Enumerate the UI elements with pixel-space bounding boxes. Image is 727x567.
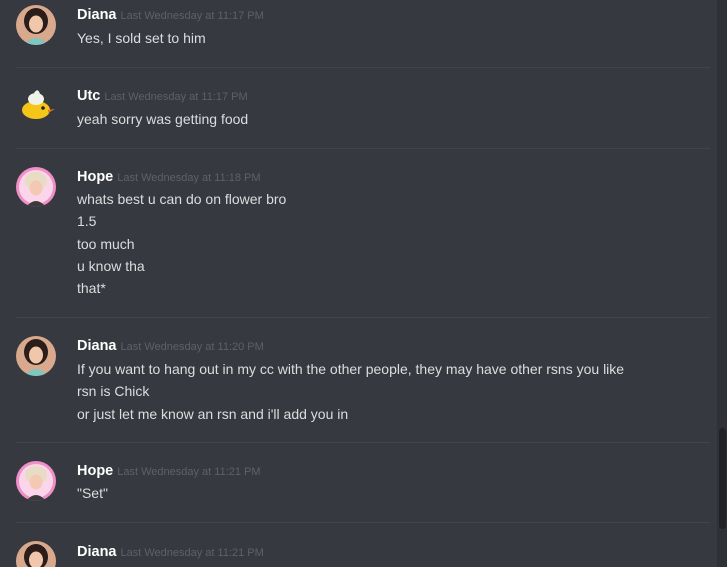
author-name[interactable]: Utc <box>77 88 100 104</box>
woman-portrait-avatar[interactable] <box>16 336 56 376</box>
message-line: u know tha <box>77 257 145 274</box>
message-timestamp: Last Wednesday at 11:21 PM <box>120 547 264 559</box>
message-line: Yes, I sold set to him <box>77 30 206 46</box>
message-divider <box>16 442 710 443</box>
message-divider <box>16 317 710 318</box>
blonde-person-avatar[interactable] <box>16 461 56 501</box>
message-line: yeah sorry was getting food <box>77 111 249 127</box>
message-line: too much <box>77 235 135 252</box>
author-name[interactable]: Hope <box>77 463 113 479</box>
blonde-person-avatar[interactable] <box>16 167 56 207</box>
message-divider <box>16 522 710 523</box>
message-header: Diana Last Wednesday at 11:17 PM <box>77 6 264 24</box>
message-line: "Set" <box>77 485 108 501</box>
message-body: "Set" <box>77 482 108 504</box>
message-header: Diana Last Wednesday at 11:21 PM <box>77 543 264 561</box>
woman-portrait-avatar[interactable] <box>16 5 56 45</box>
author-name[interactable]: Hope <box>77 169 113 185</box>
message-timestamp: Last Wednesday at 11:20 PM <box>120 341 264 353</box>
author-name[interactable]: Diana <box>77 7 117 23</box>
message-line: whats best u can do on flower bro <box>77 191 287 207</box>
message-timestamp: Last Wednesday at 11:17 PM <box>104 91 248 103</box>
message-body: yeah sorry was getting food <box>77 108 248 130</box>
message-timestamp: Last Wednesday at 11:17 PM <box>120 10 264 22</box>
message-line: 1.5 <box>77 213 97 230</box>
author-name[interactable]: Diana <box>77 338 117 354</box>
message-header: Diana Last Wednesday at 11:20 PM <box>77 337 264 355</box>
author-name[interactable]: Diana <box>77 544 117 560</box>
message-body: If you want to hang out in my cc with th… <box>77 358 624 425</box>
message-divider <box>16 67 710 68</box>
message-divider <box>16 148 710 149</box>
woman-portrait-avatar[interactable] <box>16 541 56 567</box>
message-line: that* <box>77 280 106 297</box>
message-line: rsn is Chick <box>77 383 150 400</box>
scrollbar-thumb[interactable] <box>719 428 726 529</box>
message-header: Utc Last Wednesday at 11:17 PM <box>77 87 248 105</box>
message-line: If you want to hang out in my cc with th… <box>77 361 625 377</box>
message-line: or just let me know an rsn and i'll add … <box>77 405 349 422</box>
ice-cream-bird-avatar[interactable] <box>16 85 56 125</box>
message-header: Hope Last Wednesday at 11:21 PM <box>77 462 261 480</box>
message-body: whats best u can do on flower bro 1.5 to… <box>77 188 286 299</box>
message-body: Yes, I sold set to him <box>77 27 206 49</box>
message-timestamp: Last Wednesday at 11:18 PM <box>117 172 261 184</box>
message-header: Hope Last Wednesday at 11:18 PM <box>77 168 261 186</box>
chat-message-list[interactable]: Diana Last Wednesday at 11:17 PM Yes, I s… <box>0 0 727 567</box>
message-timestamp: Last Wednesday at 11:21 PM <box>117 466 261 478</box>
